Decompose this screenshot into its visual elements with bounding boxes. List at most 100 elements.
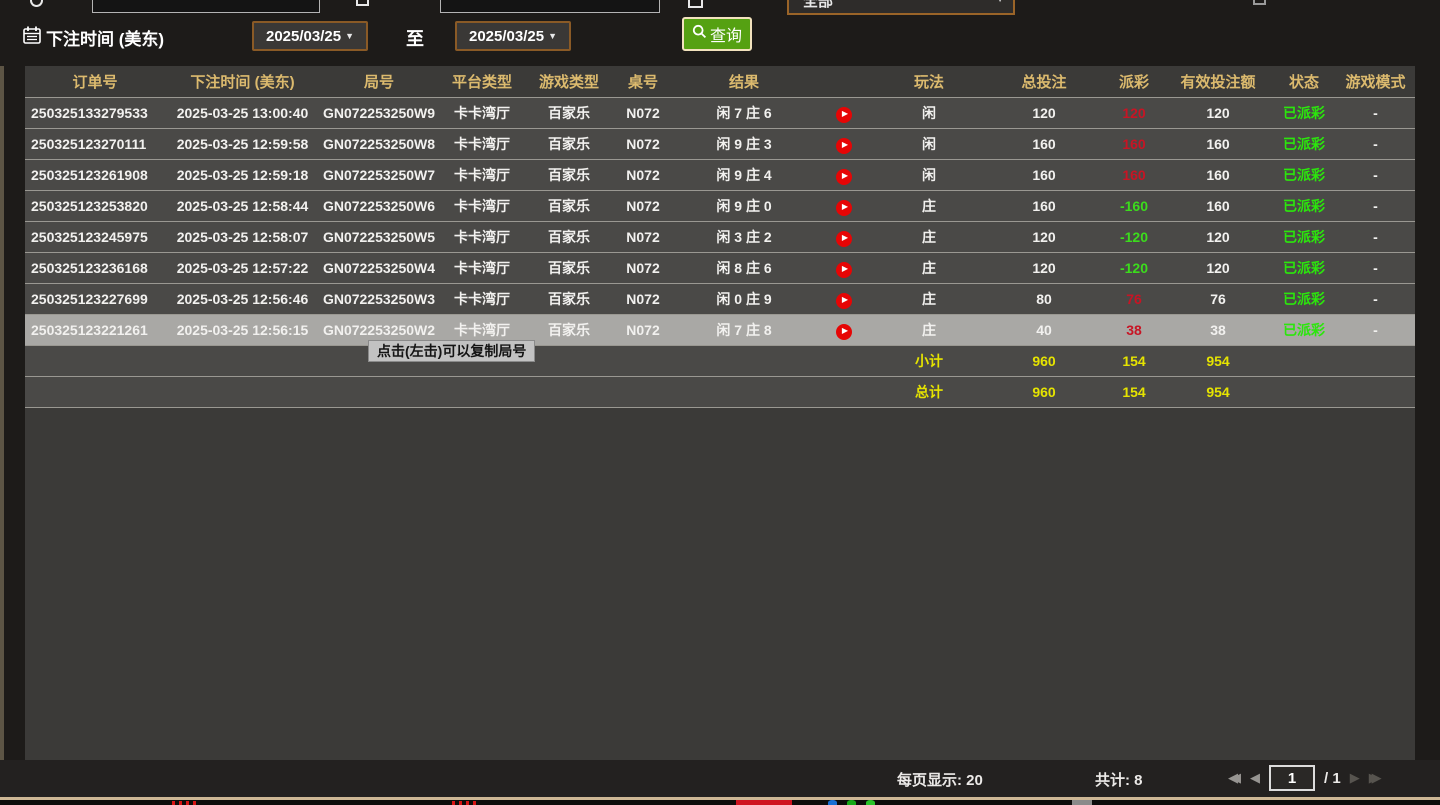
cell-bet_time: 2025-03-25 13:00:40 xyxy=(176,105,309,121)
query-button[interactable]: 查询 xyxy=(682,17,752,51)
table-row[interactable]: 250325123227699 2025-03-25 12:56:46 GN0722… xyxy=(25,284,1415,315)
next-page-icon[interactable]: ▶ xyxy=(1350,770,1360,786)
cell-round_id: GN072253250W5 xyxy=(322,229,436,245)
cell-round_id: GN072253250W3 xyxy=(322,291,436,307)
fragment-dot-icon xyxy=(866,800,875,805)
cell-platform: 卡卡湾厅 xyxy=(454,105,510,121)
total-row-cell-play: 总计 xyxy=(915,384,943,400)
cell-platform: 卡卡湾厅 xyxy=(454,260,510,276)
total-row: 总计 960 154 954 xyxy=(25,377,1415,408)
date-to-value: 2025/03/25 xyxy=(469,27,545,45)
column-header: 派彩 xyxy=(1118,74,1149,91)
cell-result: 闲 3 庄 2 xyxy=(716,229,772,245)
chevron-down-icon: ▼ xyxy=(548,31,557,41)
fragment-gray xyxy=(1072,800,1092,805)
replay-icon[interactable]: ▶ xyxy=(836,261,852,278)
date-from-value: 2025/03/25 xyxy=(266,27,342,45)
cell-payout: -160 xyxy=(1119,198,1149,214)
total-row-cell-total_bet: 960 xyxy=(1032,384,1056,400)
cell-game_mode: - xyxy=(1373,229,1378,245)
cell-order_id: 250325123245975 xyxy=(31,229,148,245)
cell-status: 已派彩 xyxy=(1283,136,1325,152)
prev-page-icon[interactable]: ◀ xyxy=(1250,770,1260,786)
cutoff-icon-3 xyxy=(688,0,703,8)
cell-bet_time: 2025-03-25 12:58:07 xyxy=(176,229,309,245)
cell-valid_bet: 38 xyxy=(1210,322,1226,338)
replay-icon[interactable]: ▶ xyxy=(836,168,852,185)
filter-bar: 全部 ▼ 下注时间 (美东) 2025/03/25 ▼ 至 2025/03/25… xyxy=(0,0,1440,66)
cell-play: 庄 xyxy=(922,198,936,214)
subtotal-row-cell-valid_bet: 954 xyxy=(1206,353,1230,369)
cell-valid_bet: 160 xyxy=(1206,167,1230,183)
total-row-cell-payout: 154 xyxy=(1122,384,1146,400)
cell-play: 庄 xyxy=(922,229,936,245)
table-row[interactable]: 250325123261908 2025-03-25 12:59:18 GN0722… xyxy=(25,160,1415,191)
cell-play: 庄 xyxy=(922,260,936,276)
table-row[interactable]: 250325123221261 2025-03-25 12:56:15 GN0722… xyxy=(25,315,1415,346)
replay-icon[interactable]: ▶ xyxy=(836,323,852,340)
top-filter-dropdown-value: 全部 xyxy=(803,0,834,10)
cell-play: 庄 xyxy=(922,291,936,307)
replay-icon[interactable]: ▶ xyxy=(836,199,852,216)
cell-platform: 卡卡湾厅 xyxy=(454,167,510,183)
result-replay-cell: ▶ xyxy=(814,166,874,185)
replay-icon[interactable]: ▶ xyxy=(836,137,852,154)
calendar-icon xyxy=(22,25,42,50)
total-row-cell-valid_bet: 954 xyxy=(1206,384,1230,400)
cell-platform: 卡卡湾厅 xyxy=(454,136,510,152)
table-row[interactable]: 250325133279533 2025-03-25 13:00:40 GN0722… xyxy=(25,98,1415,129)
cell-game_type: 百家乐 xyxy=(548,291,590,307)
cell-round_id: GN072253250W8 xyxy=(322,136,436,152)
result-replay-cell: ▶ xyxy=(814,290,874,309)
date-from-select[interactable]: 2025/03/25 ▼ xyxy=(252,21,368,51)
date-to-select[interactable]: 2025/03/25 ▼ xyxy=(455,21,571,51)
cell-table_no: N072 xyxy=(626,136,660,152)
cell-order_id: 250325123221261 xyxy=(31,322,148,338)
cell-platform: 卡卡湾厅 xyxy=(454,291,510,307)
cell-game_mode: - xyxy=(1373,198,1378,214)
replay-icon[interactable]: ▶ xyxy=(836,106,852,123)
cell-game_type: 百家乐 xyxy=(548,198,590,214)
chevron-down-icon: ▼ xyxy=(995,0,1005,11)
table-row[interactable]: 250325123270111 2025-03-25 12:59:58 GN0722… xyxy=(25,129,1415,160)
result-replay-cell: ▶ xyxy=(814,321,874,340)
fragment-red-badge xyxy=(736,800,792,805)
result-replay-cell: ▶ xyxy=(814,104,874,123)
column-header: 桌号 xyxy=(627,74,658,91)
table-row[interactable]: 250325123253820 2025-03-25 12:58:44 GN0722… xyxy=(25,191,1415,222)
cutoff-text-input-1[interactable] xyxy=(92,0,320,13)
per-page-label: 每页显示: 20 xyxy=(897,772,983,789)
cell-result: 闲 0 庄 9 xyxy=(716,291,772,307)
column-header: 平台类型 xyxy=(451,74,512,91)
replay-icon[interactable]: ▶ xyxy=(836,292,852,309)
first-page-icon[interactable]: ◀◀ xyxy=(1228,770,1241,786)
table-header-row: 订单号 下注时间 (美东) 局号 平台类型 游戏类型 桌号 结果 玩法 总投注 派彩 有效投注额 状态… xyxy=(25,66,1415,98)
subtotal-row: 小计 960 154 954 xyxy=(25,346,1415,377)
cell-payout: -120 xyxy=(1119,260,1149,276)
cell-order_id: 250325133279533 xyxy=(31,105,148,121)
cell-valid_bet: 160 xyxy=(1206,198,1230,214)
cell-status: 已派彩 xyxy=(1283,260,1325,276)
top-filter-dropdown[interactable]: 全部 ▼ xyxy=(787,0,1015,15)
last-page-icon[interactable]: ▶▶ xyxy=(1369,770,1382,786)
cell-game_type: 百家乐 xyxy=(548,322,590,338)
table-row[interactable]: 250325123245975 2025-03-25 12:58:07 GN0722… xyxy=(25,222,1415,253)
total-count-label: 共计: 8 xyxy=(1095,772,1143,789)
cell-table_no: N072 xyxy=(626,198,660,214)
cell-total_bet: 80 xyxy=(1036,291,1052,307)
page-number-input[interactable] xyxy=(1269,765,1315,791)
bet-time-label: 下注时间 (美东) xyxy=(46,30,165,49)
table-row[interactable]: 250325123236168 2025-03-25 12:57:22 GN0722… xyxy=(25,253,1415,284)
cutoff-icon-1 xyxy=(30,0,43,7)
cell-round_id: GN072253250W4 xyxy=(322,260,436,276)
subtotal-row-cell-play: 小计 xyxy=(915,353,943,369)
cutoff-icon-2 xyxy=(356,0,369,6)
cell-round_id: GN072253250W9 xyxy=(322,105,436,121)
cell-play: 闲 xyxy=(922,105,936,121)
cell-result: 闲 9 庄 4 xyxy=(716,167,772,183)
replay-icon[interactable]: ▶ xyxy=(836,230,852,247)
cell-total_bet: 40 xyxy=(1036,322,1052,338)
cutoff-text-input-2[interactable] xyxy=(440,0,660,13)
cell-bet_time: 2025-03-25 12:56:46 xyxy=(176,291,309,307)
copy-round-tooltip: 点击(左击)可以复制局号 xyxy=(368,340,536,362)
